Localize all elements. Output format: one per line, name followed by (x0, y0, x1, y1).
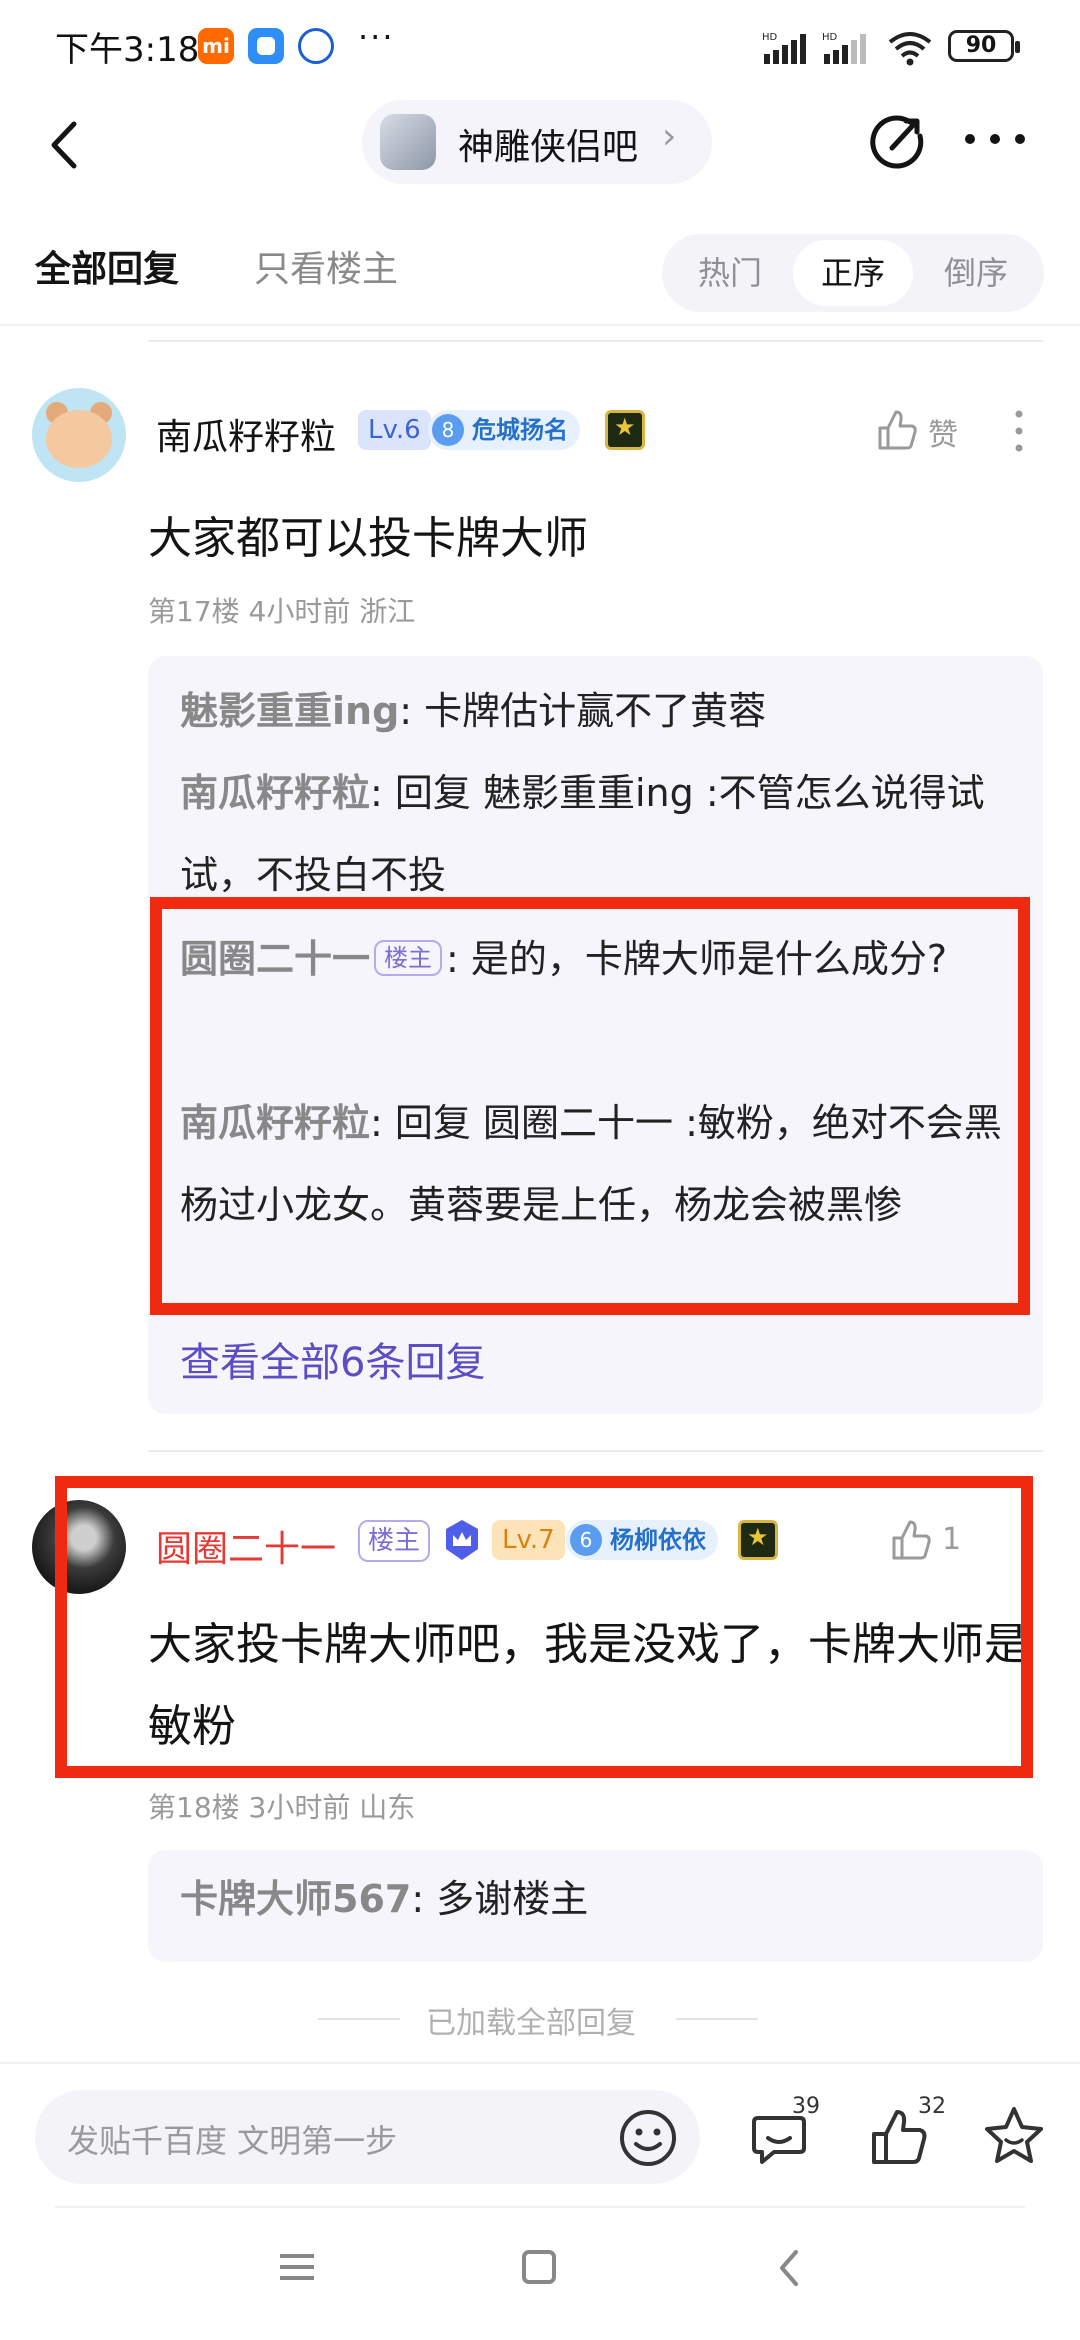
svg-text:HD: HD (822, 32, 838, 43)
view-all-replies-link[interactable]: 查看全部6条回复 (180, 1330, 485, 1388)
signal-2-icon: HD (822, 32, 866, 64)
comment-count: 39 (792, 2094, 820, 2119)
divider (0, 324, 1080, 326)
chat-app-icon (248, 28, 284, 64)
tab-all-replies[interactable]: 全部回复 (35, 240, 179, 292)
emoji-icon[interactable] (618, 2108, 678, 2168)
reply-input-placeholder: 发贴千百度 文明第一步 (67, 2122, 398, 2160)
chevron-right-icon: › (662, 116, 677, 157)
medal-number: 8 (432, 414, 464, 446)
wifi-icon (888, 32, 932, 66)
more-options-icon[interactable] (960, 124, 1030, 154)
reply-username[interactable]: 魅影重重ing (180, 689, 399, 733)
reply-list: 卡牌大师567: 多谢楼主 (148, 1850, 1043, 1962)
post-meta: 第17楼 4小时前 浙江 (148, 595, 416, 628)
sort-descending[interactable]: 倒序 (916, 234, 1036, 312)
post-content: 大家都可以投卡牌大师 (148, 513, 588, 564)
like-label[interactable]: 赞 (928, 410, 958, 454)
sort-toggle: 热门 正序 倒序 (662, 234, 1044, 312)
highlight-box (55, 1476, 1033, 1778)
avatar[interactable] (32, 388, 126, 482)
star-icon[interactable] (982, 2104, 1046, 2168)
divider (148, 1450, 1043, 1452)
mi-icon: mi (198, 28, 234, 64)
sort-hot[interactable]: 热门 (670, 234, 790, 312)
status-time: 下午3:18 (55, 30, 200, 70)
home-icon[interactable] (522, 2250, 556, 2284)
forum-link[interactable]: 神雕侠侣吧 › (362, 100, 712, 184)
sort-ascending[interactable]: 正序 (793, 240, 913, 306)
reply-item[interactable]: 南瓜籽籽粒: 回复 魅影重重ing :不管怎么说得试试，不投白不投 (180, 752, 1020, 916)
highlight-box (150, 897, 1030, 1315)
share-icon[interactable] (866, 112, 928, 174)
divider (55, 2206, 1025, 2208)
divider (318, 2018, 400, 2020)
level-badge: Lv.6 (358, 410, 431, 450)
divider (148, 340, 1043, 342)
post-meta: 第18楼 3小时前 山东 (148, 1791, 416, 1824)
medal-name: 危城扬名 (472, 416, 568, 444)
svg-text:HD: HD (762, 32, 778, 43)
reply-username[interactable]: 卡牌大师567 (180, 1877, 411, 1921)
forum-avatar (380, 114, 436, 170)
post-more-icon[interactable] (1014, 408, 1024, 454)
more-notifications-icon: ··· (358, 18, 395, 56)
forum-name: 神雕侠侣吧 (458, 127, 639, 168)
back-button[interactable] (40, 110, 90, 180)
tab-op-only[interactable]: 只看楼主 (254, 240, 398, 292)
battery-indicator: 90 (948, 30, 1020, 62)
thumbs-up-icon[interactable] (876, 408, 918, 452)
reply-input[interactable]: 发贴千百度 文明第一步 (35, 2090, 700, 2184)
like-count: 32 (918, 2094, 946, 2119)
loaded-all-text: 已加载全部回复 (426, 2006, 636, 2041)
post-username[interactable]: 南瓜籽籽粒 (156, 408, 336, 460)
reply-text: 卡牌估计赢不了黄蓉 (424, 689, 767, 733)
medal-badge: 8 危城扬名 (428, 410, 580, 450)
divider (676, 2018, 758, 2020)
browser-app-icon (298, 28, 334, 64)
reply-item[interactable]: 魅影重重ing: 卡牌估计赢不了黄蓉 (180, 670, 1020, 752)
reply-item[interactable]: 卡牌大师567: 多谢楼主 (180, 1868, 588, 1923)
menu-icon[interactable] (280, 2252, 314, 2282)
gold-medal-icon (605, 410, 645, 450)
reply-text: 多谢楼主 (436, 1877, 589, 1921)
reply-username[interactable]: 南瓜籽籽粒 (180, 771, 370, 815)
nav-back-icon[interactable] (776, 2248, 802, 2288)
